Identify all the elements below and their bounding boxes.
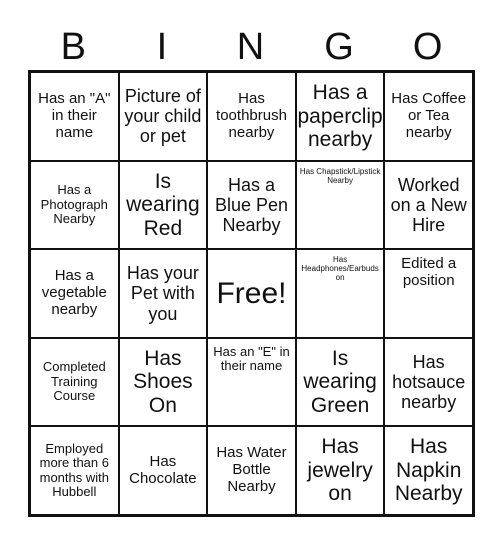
bingo-cell[interactable]: Picture of your child or pet xyxy=(118,72,208,161)
bingo-cell[interactable]: Is wearing Green xyxy=(295,337,385,427)
bingo-cell[interactable]: Has Headphones/Earbuds on xyxy=(295,249,385,338)
bingo-cell[interactable]: Has your Pet with you xyxy=(118,249,208,338)
bingo-cell[interactable]: Has Chapstick/Lipstick Nearby xyxy=(295,160,385,250)
bingo-cell[interactable]: Has Napkin Nearby xyxy=(384,426,473,515)
bingo-cell[interactable]: Has an "A" in their name xyxy=(30,72,119,161)
bingo-header: B I N G O xyxy=(29,24,472,70)
bingo-cell[interactable]: Has toothbrush nearby xyxy=(207,72,296,161)
header-letter-g: G xyxy=(324,26,354,68)
header-letter-n: N xyxy=(236,26,265,68)
header-letter-i: I xyxy=(156,26,168,68)
bingo-cell[interactable]: Has hotsauce nearby xyxy=(384,337,473,427)
bingo-cell[interactable]: Has Shoes On xyxy=(118,337,208,427)
header-letter-b: B xyxy=(60,26,86,68)
bingo-card: Has an "A" in their name Picture of your… xyxy=(28,70,475,517)
header-letter-o: O xyxy=(412,26,443,68)
free-space-cell[interactable]: Free! xyxy=(207,249,296,338)
bingo-cell[interactable]: Has a Blue Pen Nearby xyxy=(207,160,296,250)
bingo-cell[interactable]: Has an "E" in their name xyxy=(207,337,296,427)
bingo-cell[interactable]: Has jewelry on xyxy=(295,426,385,515)
bingo-cell[interactable]: Is wearing Red xyxy=(118,160,208,250)
bingo-cell[interactable]: Has a vegetable nearby xyxy=(30,249,119,338)
bingo-cell[interactable]: Edited a position xyxy=(384,249,473,338)
bingo-cell[interactable]: Has Water Bottle Nearby xyxy=(207,426,296,515)
bingo-cell[interactable]: Has Chocolate xyxy=(118,426,208,515)
bingo-cell[interactable]: Worked on a New Hire xyxy=(384,160,473,250)
bingo-cell[interactable]: Has a Photograph Nearby xyxy=(30,160,119,250)
bingo-cell[interactable]: Completed Training Course xyxy=(30,337,119,427)
bingo-cell[interactable]: Has a paperclip nearby xyxy=(295,72,385,161)
bingo-cell[interactable]: Employed more than 6 months with Hubbell xyxy=(30,426,119,515)
bingo-cell[interactable]: Has Coffee or Tea nearby xyxy=(384,72,473,161)
